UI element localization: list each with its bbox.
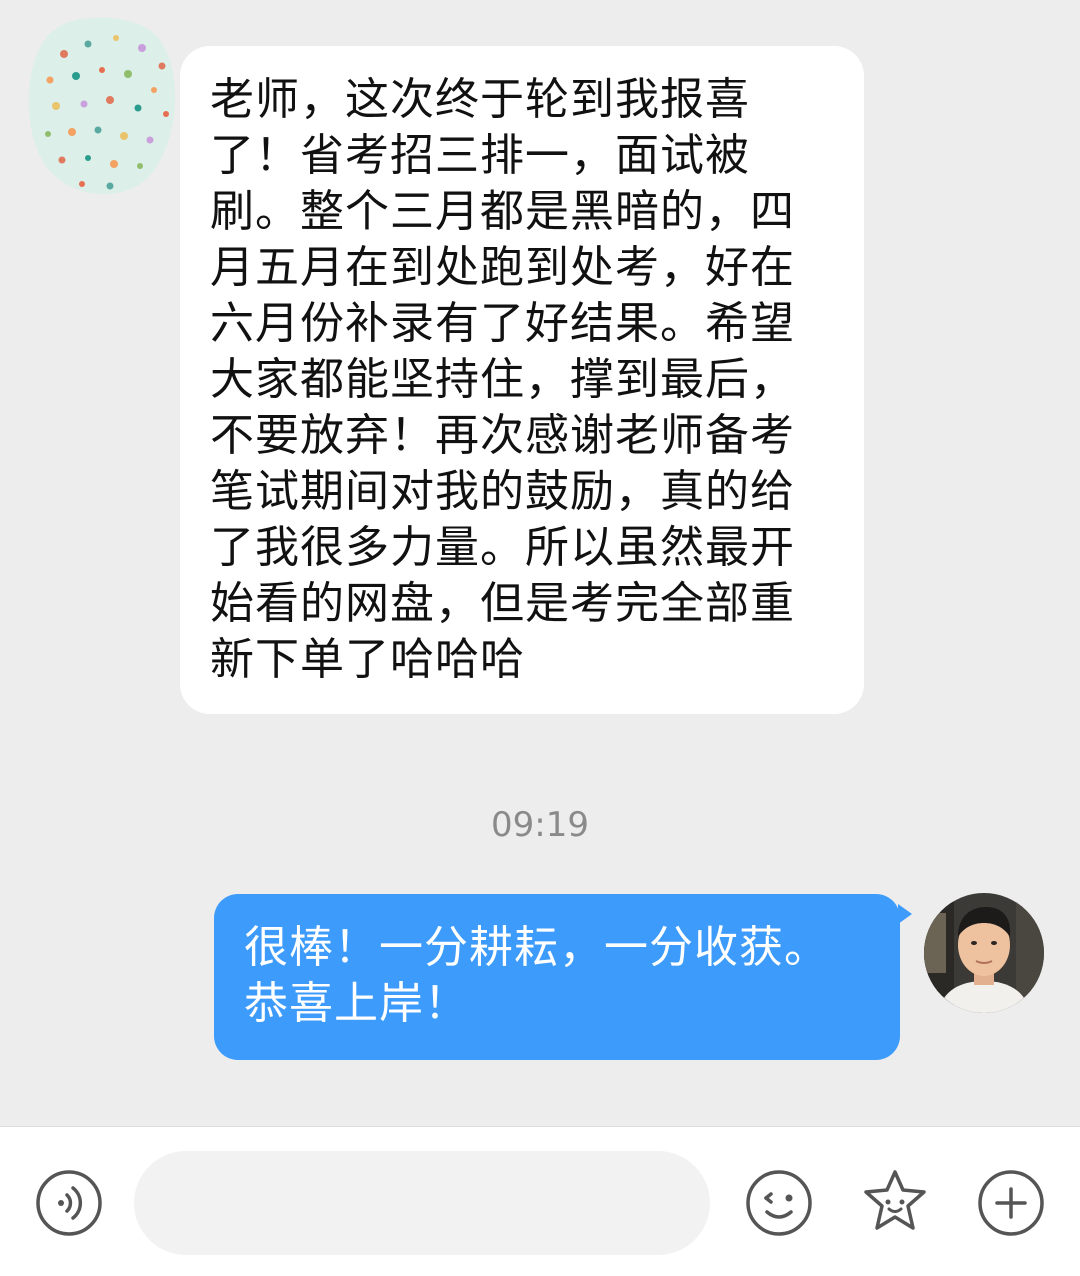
sender-avatar[interactable]	[26, 14, 178, 196]
incoming-message-bubble[interactable]: 老师，这次终于轮到我报喜 了！省考招三排一，面试被 刷。整个三月都是黑暗的，四 …	[180, 46, 864, 714]
chat-area: 老师，这次终于轮到我报喜 了！省考招三排一，面试被 刷。整个三月都是黑暗的，四 …	[0, 0, 1080, 1126]
sticker-icon[interactable]	[858, 1166, 928, 1236]
voice-icon[interactable]	[34, 1168, 104, 1238]
outgoing-message-bubble[interactable]: 很棒！一分耕耘，一分收获。 恭喜上岸！	[214, 894, 900, 1060]
outgoing-bubble-tail	[898, 904, 912, 924]
message-timestamp: 09:19	[491, 805, 589, 845]
emoji-icon[interactable]	[744, 1168, 814, 1238]
user-avatar[interactable]	[924, 893, 1044, 1013]
plus-icon[interactable]	[976, 1168, 1046, 1238]
message-input-bar	[0, 1126, 1080, 1276]
message-text-input[interactable]	[134, 1151, 710, 1255]
outgoing-message-text: 很棒！一分耕耘，一分收获。 恭喜上岸！	[244, 922, 829, 1029]
incoming-message-text: 老师，这次终于轮到我报喜 了！省考招三排一，面试被 刷。整个三月都是黑暗的，四 …	[210, 74, 795, 685]
